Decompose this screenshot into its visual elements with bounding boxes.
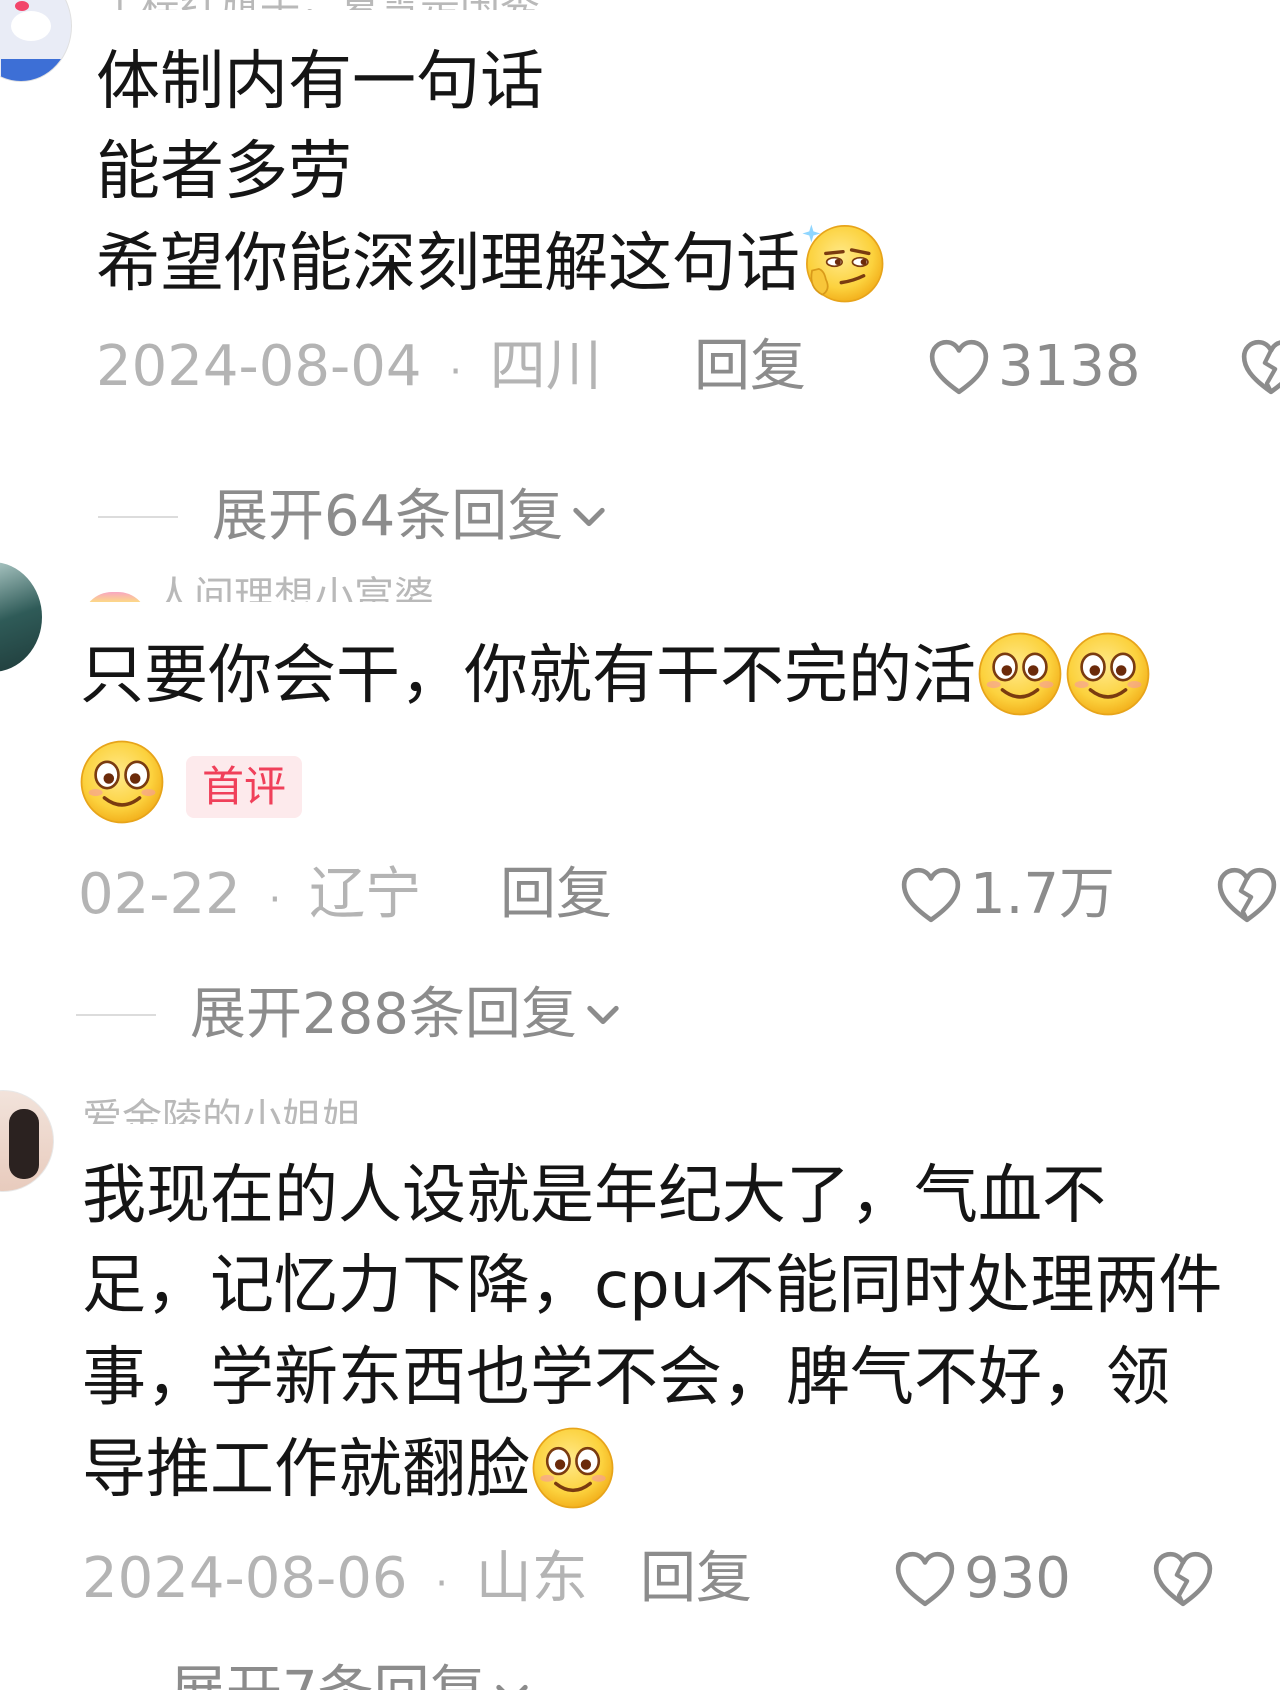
comment-date: 02-22 · 辽宁 — [78, 862, 422, 927]
heart-icon — [894, 1550, 956, 1608]
reply-button[interactable]: 回复 — [500, 860, 612, 930]
reply-button[interactable]: 回复 — [640, 1544, 752, 1614]
like-button[interactable]: 3138 — [928, 332, 1141, 402]
smile-emoji — [78, 738, 166, 826]
chevron-down-icon — [567, 495, 611, 539]
comment-text-line: 能者多劳 — [96, 135, 352, 209]
comment-location: 辽宁 — [309, 862, 422, 927]
like-button[interactable]: 930 — [894, 1544, 1071, 1614]
comment-text-line: 事，学新东西也学不会，脾气不好，领 — [82, 1341, 1170, 1415]
comment-text-line: 导推工作就翻脸 — [82, 1424, 616, 1516]
broken-heart-icon — [1216, 866, 1278, 924]
heart-icon — [928, 338, 990, 396]
comment-date: 2024-08-06 · 山东 — [82, 1546, 588, 1611]
smirk-sparkle-emoji — [800, 219, 886, 305]
avatar[interactable] — [0, 562, 42, 672]
expand-replies-button[interactable]: 展开7条回复 — [76, 1658, 534, 1690]
comment-text-line: 希望你能深刻理解这句话 — [96, 218, 886, 310]
divider — [98, 516, 178, 518]
expand-replies-button[interactable]: 展开64条回复 — [98, 482, 611, 552]
comment-text-line: 体制内有一句话 — [96, 45, 544, 119]
like-count: 1.7万 — [970, 862, 1116, 927]
comment-username[interactable]: 工程红旗手，夏雪是国秀 — [100, 0, 540, 10]
comment-location: 山东 — [475, 1546, 588, 1611]
reply-button[interactable]: 回复 — [694, 332, 806, 402]
avatar[interactable] — [0, 1090, 54, 1192]
dislike-button[interactable] — [1240, 338, 1280, 396]
dislike-button[interactable] — [1216, 866, 1278, 928]
avatar[interactable] — [0, 0, 72, 82]
comment-text-line: 我现在的人设就是年纪大了，气血不 — [82, 1159, 1106, 1233]
comment-text-line: 足，记忆力下降，cpu不能同时处理两件 — [82, 1249, 1223, 1323]
divider — [76, 1014, 156, 1016]
comment-username[interactable]: 人间理想小富婆 — [82, 568, 434, 602]
dislike-button[interactable] — [1152, 1550, 1214, 1612]
first-comment-badge: 首评 — [186, 756, 303, 818]
comment-location: 四川 — [489, 334, 602, 399]
rainbow-icon — [82, 592, 148, 602]
heart-icon — [900, 866, 962, 924]
expand-replies-button[interactable]: 展开288条回复 — [76, 980, 625, 1050]
smile-emoji — [1064, 630, 1152, 718]
comment-username[interactable]: 爱金陵的小姐姐 — [82, 1090, 362, 1124]
like-count: 930 — [964, 1546, 1071, 1611]
like-count: 3138 — [998, 334, 1141, 399]
comment-date: 2024-08-04 · 四川 — [96, 334, 602, 399]
smile-emoji — [976, 630, 1064, 718]
comment-text-line: 只要你会干，你就有干不完的活 — [80, 630, 1152, 722]
chevron-down-icon — [490, 1672, 534, 1690]
like-button[interactable]: 1.7万 — [900, 860, 1115, 930]
chevron-down-icon — [581, 993, 625, 1037]
broken-heart-icon — [1152, 1550, 1214, 1608]
smile-emoji — [530, 1425, 616, 1511]
broken-heart-icon — [1240, 338, 1280, 396]
